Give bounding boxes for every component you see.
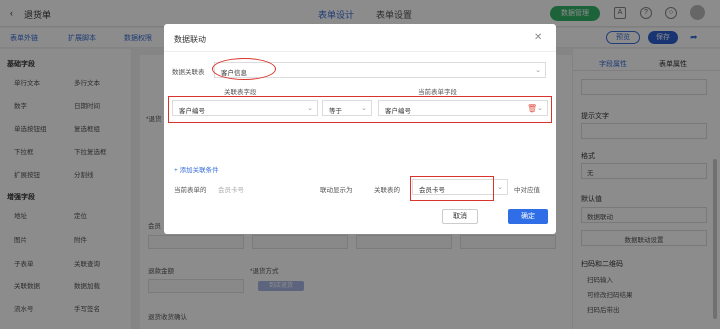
highlight-box	[168, 96, 552, 123]
divider	[164, 51, 556, 52]
add-condition-link[interactable]: + 添加关联条件	[174, 164, 219, 174]
linked-table-label: 数据关联表	[172, 69, 205, 76]
close-icon[interactable]: ✕	[534, 32, 542, 43]
dialog-title: 数据联动	[174, 35, 206, 44]
linked-table-of-label: 关联表的	[374, 187, 400, 194]
value-suffix-label: 中对应值	[514, 187, 540, 194]
display-as-label: 联动显示为	[320, 187, 353, 194]
current-field-column-header: 当前表单字段	[418, 89, 457, 96]
highlight-ellipse	[212, 58, 276, 80]
highlight-box	[410, 176, 494, 201]
data-linkage-dialog: 数据联动 ✕ 数据关联表 客户信息 ⌄ 关联表字段 当前表单字段 客户编号 ⌄ …	[164, 24, 556, 234]
chevron-down-icon: ⌄	[497, 184, 503, 191]
linked-field-column-header: 关联表字段	[224, 89, 257, 96]
cancel-button[interactable]: 取消	[442, 209, 478, 224]
chevron-down-icon: ⌄	[535, 67, 541, 74]
current-field-label: 当前表单的	[174, 187, 207, 194]
ok-button[interactable]: 确定	[508, 209, 548, 224]
current-field-display: 会员卡号	[218, 187, 244, 194]
